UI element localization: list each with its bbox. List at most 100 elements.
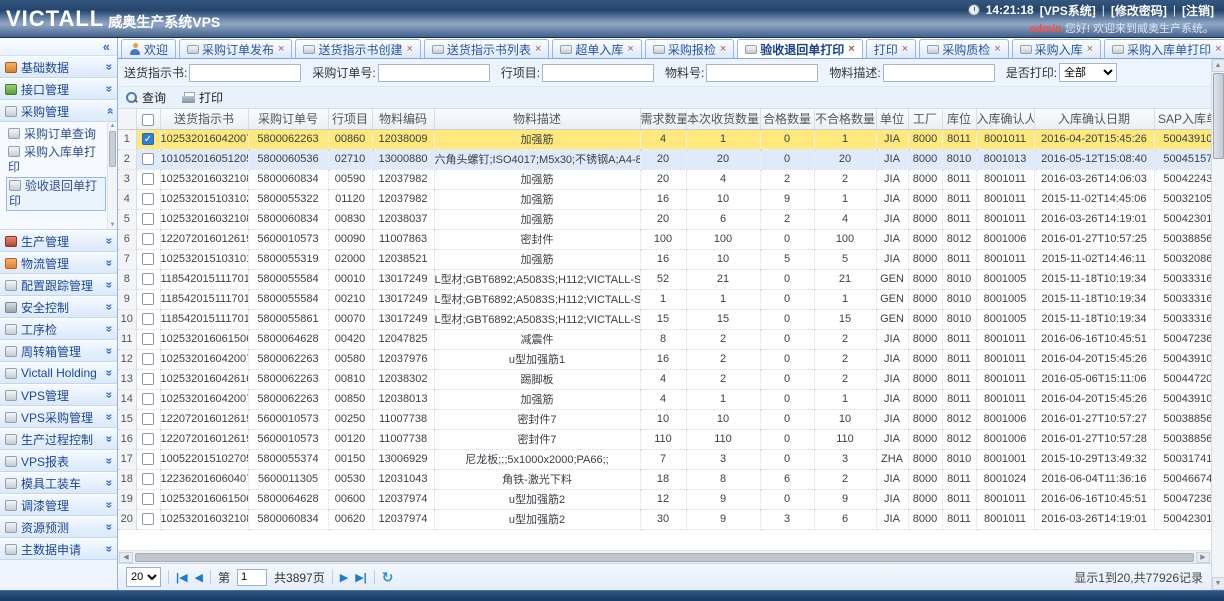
sidebar-group-logistics-mgmt[interactable]: 物流管理» xyxy=(0,252,117,274)
row-checkbox[interactable] xyxy=(142,353,154,365)
scroll-down-icon[interactable]: ▼ xyxy=(1212,577,1224,590)
table-row[interactable]: 1710052201510270558000553740015013006929… xyxy=(118,449,1211,469)
row-checkbox[interactable] xyxy=(142,293,154,305)
sidebar-group-interface-mgmt[interactable]: 接口管理» xyxy=(0,78,117,100)
row-checkbox[interactable] xyxy=(142,253,154,265)
page-number-input[interactable] xyxy=(237,569,267,586)
table-row[interactable]: 1812236201606040756000113050053012031043… xyxy=(118,469,1211,489)
col-demand-qty[interactable]: 需求数量 xyxy=(640,109,686,129)
scroll-up-icon[interactable]: ▲ xyxy=(1212,59,1224,72)
col-sap-doc-no[interactable]: SAP入库单号 xyxy=(1154,109,1211,129)
row-checkbox[interactable] xyxy=(142,413,154,425)
filter-select-print-status[interactable]: 全部 xyxy=(1059,63,1117,82)
col-line-item[interactable]: 行项目 xyxy=(328,109,372,129)
row-checkbox[interactable] xyxy=(142,173,154,185)
filter-input-delivery-note[interactable] xyxy=(189,64,301,82)
tab-purchase-receipt[interactable]: 采购入库× xyxy=(1012,39,1101,58)
scroll-down-icon[interactable]: ▼ xyxy=(110,221,116,229)
sidebar-item-receipt-doc-print[interactable]: 采购入库单打印 xyxy=(6,144,106,176)
close-icon[interactable]: × xyxy=(1087,43,1093,55)
table-row[interactable]: 1910253201606150658000646280060012037974… xyxy=(118,489,1211,509)
prev-page-button[interactable]: ◀ xyxy=(195,571,203,584)
page-size-select[interactable]: 20 xyxy=(126,567,161,587)
row-checkbox[interactable] xyxy=(142,153,154,165)
close-icon[interactable]: × xyxy=(720,43,726,55)
col-confirmer[interactable]: 入库确认人 xyxy=(976,109,1034,129)
sidebar-group-production-mgmt[interactable]: 生产管理» xyxy=(0,230,117,252)
sidebar-group-paint-mgmt[interactable]: 调漆管理» xyxy=(0,494,117,516)
col-delivery-note[interactable]: 送货指示书 xyxy=(160,109,248,129)
col-unqualified-qty[interactable]: 不合格数量 xyxy=(814,109,876,129)
sidebar-item-return-doc-print[interactable]: 验收退回单打印 xyxy=(6,177,106,211)
sidebar-group-process-inspect[interactable]: 工序检» xyxy=(0,318,117,340)
row-checkbox[interactable] xyxy=(142,193,154,205)
tab-delivery-list[interactable]: 送货指示书列表× xyxy=(424,39,549,58)
tab-print[interactable]: 打印× xyxy=(866,39,916,58)
col-qualified-qty[interactable]: 合格数量 xyxy=(760,109,814,129)
row-checkbox[interactable] xyxy=(142,373,154,385)
link-logout[interactable]: [注销] xyxy=(1182,2,1214,19)
tab-return-print[interactable]: 验收退回单打印× xyxy=(737,39,862,58)
col-material-code[interactable]: 物料编码 xyxy=(372,109,434,129)
table-row[interactable]: 310253201603210858000608340059012037982加… xyxy=(118,169,1211,189)
table-row[interactable]: 1011854201511170158000558610007013017249… xyxy=(118,309,1211,329)
submenu-scrollbar[interactable]: ▲▼ xyxy=(107,122,117,229)
filter-input-po-number[interactable] xyxy=(378,64,490,82)
table-row[interactable]: 612207201601261956000105730009011007863密… xyxy=(118,229,1211,249)
row-checkbox[interactable] xyxy=(142,473,154,485)
row-checkbox[interactable] xyxy=(142,273,154,285)
sidebar-group-base-data[interactable]: 基础数据» xyxy=(0,56,117,78)
col-po-number[interactable]: 采购订单号 xyxy=(248,109,328,129)
row-checkbox[interactable] xyxy=(142,393,154,405)
sidebar-group-master-data-request[interactable]: 主数据申请» xyxy=(0,538,117,560)
row-checkbox[interactable] xyxy=(142,333,154,345)
select-all-checkbox[interactable] xyxy=(142,114,154,126)
table-row[interactable]: 1210253201604200758000622630058012037976… xyxy=(118,349,1211,369)
row-checkbox[interactable] xyxy=(142,233,154,245)
first-page-button[interactable]: |◀ xyxy=(176,571,188,584)
row-checkbox[interactable] xyxy=(142,453,154,465)
close-icon[interactable]: × xyxy=(406,43,412,55)
sidebar-group-resource-forecast[interactable]: 资源预测» xyxy=(0,516,117,538)
tab-receipt-print[interactable]: 采购入库单打印× xyxy=(1104,39,1224,58)
print-button[interactable]: 打印 xyxy=(182,89,223,106)
table-row[interactable]: 510253201603210858000608340083012038037加… xyxy=(118,209,1211,229)
col-unit[interactable]: 单位 xyxy=(876,109,908,129)
table-row[interactable]: 710253201510310158000553190200012038521加… xyxy=(118,249,1211,269)
table-row[interactable]: 1612207201601261956000105730012011007738… xyxy=(118,429,1211,449)
tab-po-publish[interactable]: 采购订单发布× xyxy=(179,39,292,58)
filter-input-line-item[interactable] xyxy=(542,64,654,82)
sidebar-group-vps-purchase-mgmt[interactable]: VPS采购管理» xyxy=(0,406,117,428)
row-checkbox[interactable] xyxy=(142,493,154,505)
col-confirm-date[interactable]: 入库确认日期 xyxy=(1034,109,1154,129)
sidebar-group-mold-tooling[interactable]: 模具工装车» xyxy=(0,472,117,494)
link-change-password[interactable]: [修改密码] xyxy=(1111,2,1167,19)
table-row[interactable]: 911854201511170158000555840021013017249L… xyxy=(118,289,1211,309)
table-row[interactable]: 1512207201601261956000105730025011007738… xyxy=(118,409,1211,429)
tab-welcome[interactable]: 欢迎 xyxy=(121,39,176,58)
sidebar-group-turnover-box-mgmt[interactable]: 周转箱管理» xyxy=(0,340,117,362)
scroll-left-icon[interactable]: ◀ xyxy=(119,552,133,563)
sidebar-group-process-control[interactable]: 生产过程控制» xyxy=(0,428,117,450)
table-row[interactable]: 2010253201603210858000608340062012037974… xyxy=(118,509,1211,529)
last-page-button[interactable]: ▶| xyxy=(355,571,367,584)
close-icon[interactable]: × xyxy=(994,43,1000,55)
close-icon[interactable]: × xyxy=(535,43,541,55)
row-checkbox[interactable] xyxy=(142,313,154,325)
sidebar-group-vps-mgmt[interactable]: VPS管理» xyxy=(0,384,117,406)
table-row[interactable]: 1410253201604200758000622630085012038013… xyxy=(118,389,1211,409)
link-vps-system[interactable]: [VPS系统] xyxy=(1040,2,1096,19)
table-row[interactable]: 210105201605120558000605360271013000880六… xyxy=(118,149,1211,169)
scroll-right-icon[interactable]: ▶ xyxy=(1196,552,1210,563)
sidebar-group-security-control[interactable]: 安全控制» xyxy=(0,296,117,318)
close-icon[interactable]: × xyxy=(1215,43,1221,55)
table-row[interactable]: 410253201510310258000553220112012037982加… xyxy=(118,189,1211,209)
col-received-qty[interactable]: 本次收货数量 xyxy=(686,109,760,129)
close-icon[interactable]: × xyxy=(627,43,633,55)
next-page-button[interactable]: ▶ xyxy=(340,571,348,584)
row-checkbox[interactable] xyxy=(142,213,154,225)
table-row[interactable]: 1110253201606150658000646280042012047825… xyxy=(118,329,1211,349)
sidebar-group-config-track-mgmt[interactable]: 配置跟踪管理» xyxy=(0,274,117,296)
close-icon[interactable]: × xyxy=(848,43,854,55)
table-row[interactable]: 1310253201604261658000622630081012038302… xyxy=(118,369,1211,389)
